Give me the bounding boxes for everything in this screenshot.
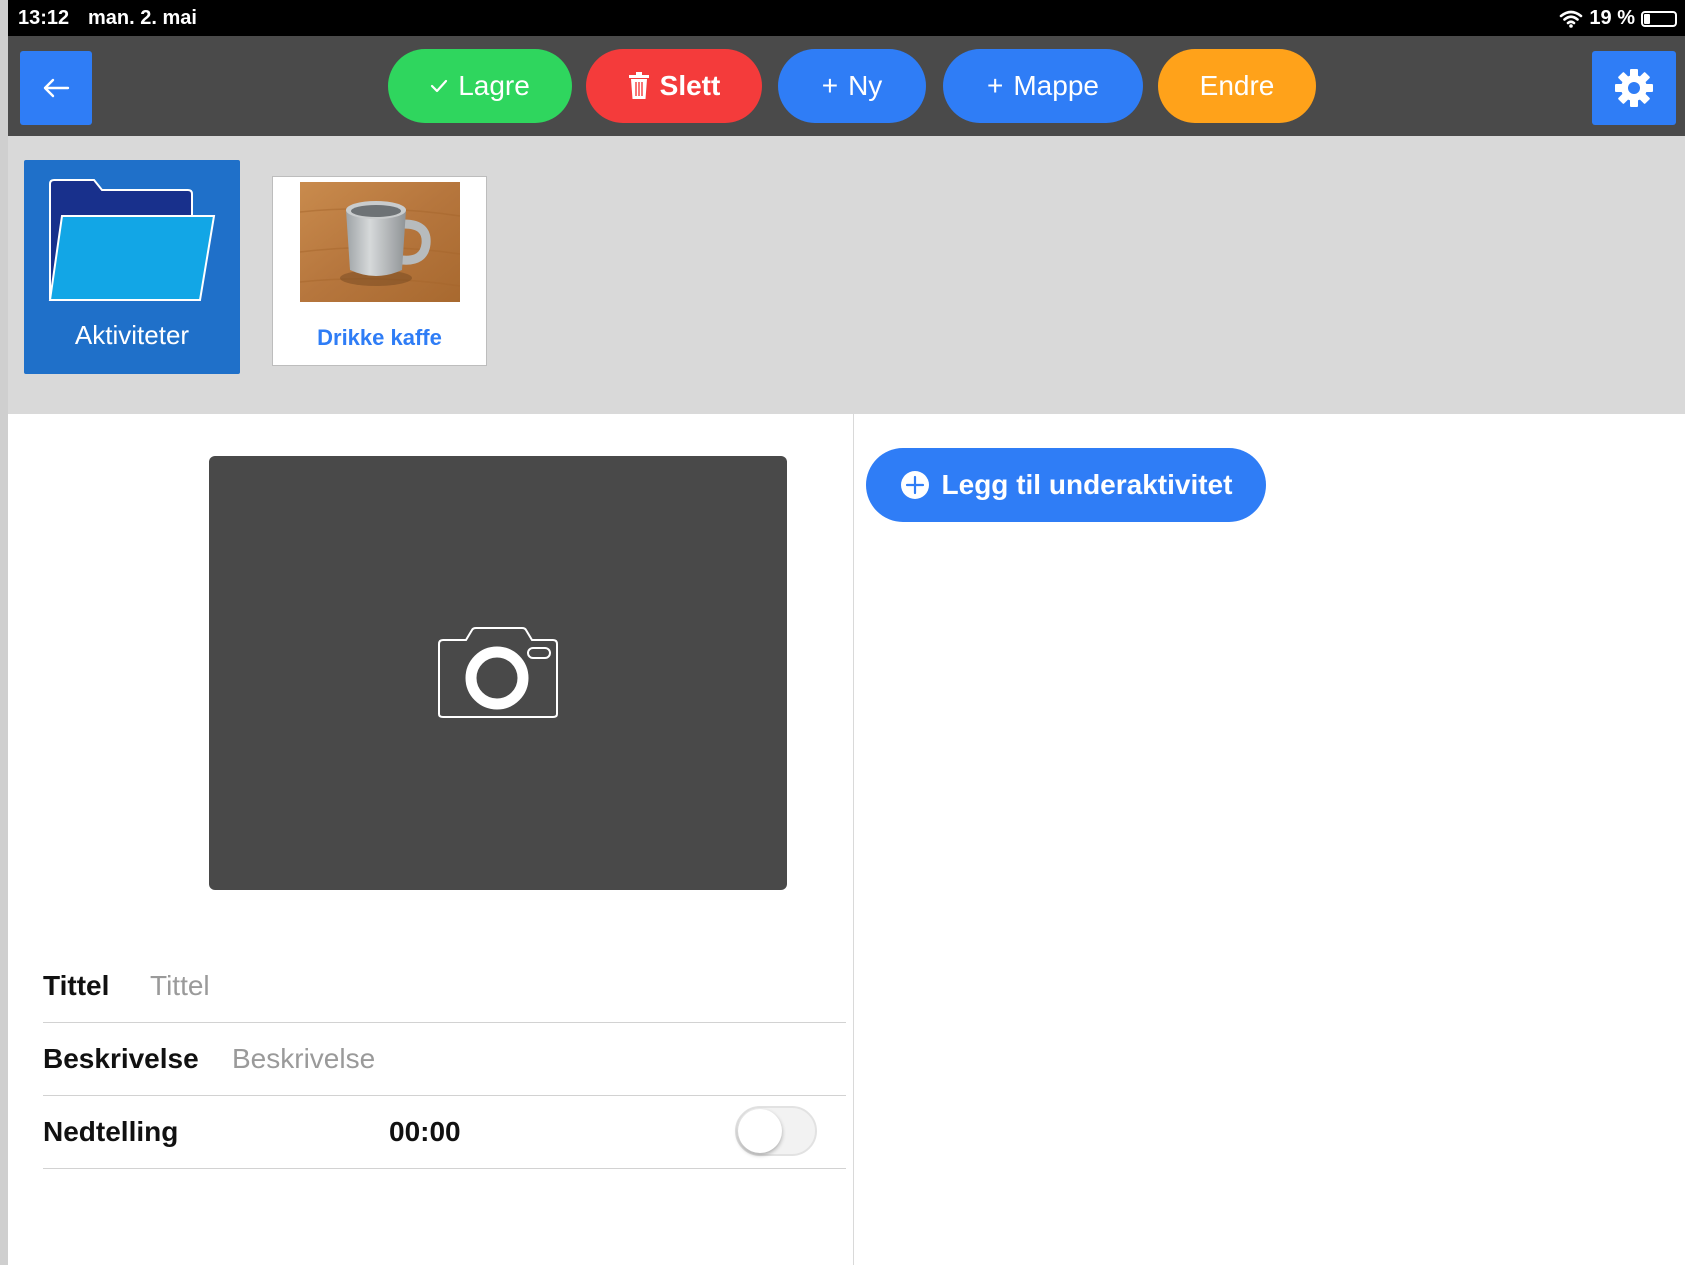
app-window: 13:12 man. 2. mai 19 % Lagre Slett + Ny … [8, 0, 1685, 1265]
description-input[interactable] [232, 1039, 752, 1079]
camera-icon [438, 627, 558, 718]
arrow-left-icon [43, 78, 70, 98]
save-button[interactable]: Lagre [388, 49, 572, 123]
countdown-toggle[interactable] [735, 1106, 817, 1156]
trash-icon [628, 72, 649, 99]
description-row: Beskrivelse [43, 1023, 846, 1096]
title-label: Tittel [43, 970, 110, 1001]
battery-icon [1641, 10, 1677, 27]
countdown-row: Nedtelling 00:00 [43, 1096, 846, 1169]
status-date: man. 2. mai [88, 7, 197, 29]
add-photo-area[interactable] [209, 456, 787, 890]
new-folder-button[interactable]: + Mappe [943, 49, 1143, 123]
gear-icon [1615, 69, 1653, 107]
new-button-label: Ny [848, 70, 883, 101]
save-button-label: Lagre [458, 70, 530, 101]
folder-tile-aktiviteter[interactable]: Aktiviteter [24, 160, 240, 374]
title-row: Tittel [43, 950, 846, 1023]
activity-tile-drikke-kaffe[interactable]: Drikke kaffe [272, 176, 487, 366]
status-bar: 13:12 man. 2. mai 19 % [8, 0, 1685, 36]
panel-divider [853, 414, 854, 1265]
folder-icon [48, 179, 216, 301]
wifi-icon [1560, 10, 1583, 28]
add-subactivity-label: Legg til underaktivitet [941, 469, 1233, 500]
status-time: 13:12 [18, 7, 70, 29]
battery-percentage: 19 % [1589, 7, 1635, 29]
edit-button-label: Endre [1199, 70, 1275, 101]
edit-button[interactable]: Endre [1158, 49, 1316, 123]
toggle-knob [738, 1109, 782, 1153]
delete-button-label: Slett [659, 70, 721, 101]
settings-button[interactable] [1592, 51, 1676, 125]
toolbar: Lagre Slett + Ny + Mappe Endre [8, 36, 1685, 136]
new-folder-button-label: Mappe [1013, 70, 1099, 101]
delete-button[interactable]: Slett [586, 49, 762, 123]
countdown-time[interactable]: 00:00 [389, 1116, 461, 1148]
description-label: Beskrivelse [43, 1043, 199, 1074]
countdown-label: Nedtelling [43, 1116, 179, 1147]
activity-tile-label: Drikke kaffe [317, 325, 442, 350]
plus-icon: + [821, 70, 839, 101]
folder-tile-label: Aktiviteter [74, 320, 190, 350]
back-button[interactable] [20, 51, 92, 125]
coffee-mug-photo [300, 182, 460, 302]
checkmark-icon [431, 79, 448, 93]
plus-circle-icon [900, 471, 929, 499]
add-subactivity-button[interactable]: Legg til underaktivitet [866, 448, 1266, 522]
new-button[interactable]: + Ny [778, 49, 926, 123]
tiles-area: Aktiviteter Drikke kaffe [8, 136, 1685, 414]
title-input[interactable] [150, 966, 670, 1006]
status-right: 19 % [1559, 7, 1677, 30]
plus-icon: + [987, 70, 1004, 101]
